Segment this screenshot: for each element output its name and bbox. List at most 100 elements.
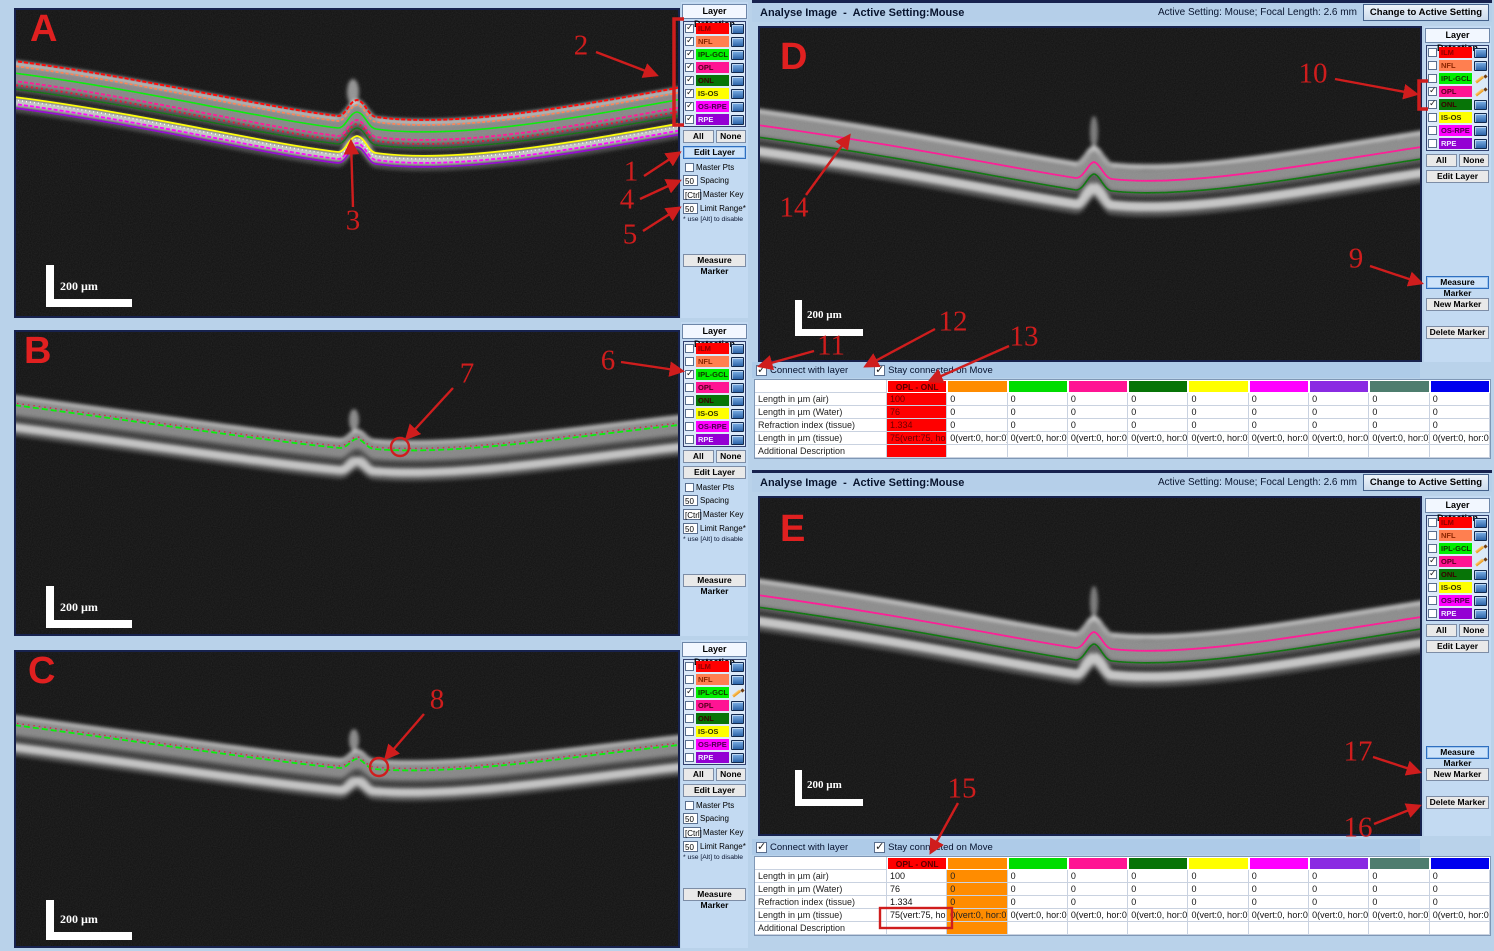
layer-checkbox[interactable] (1428, 126, 1437, 135)
layer-row[interactable]: OPL (1427, 555, 1488, 568)
layer-row[interactable]: OS-RPE (1427, 594, 1488, 607)
table-cell[interactable]: 0 (1369, 406, 1430, 419)
layer-checkbox[interactable] (1428, 568, 1437, 579)
master-pts-checkbox[interactable] (685, 801, 694, 810)
layer-row[interactable]: ILM (684, 342, 745, 355)
table-cell[interactable]: 0 (1248, 419, 1310, 432)
layer-row[interactable]: IS-OS (1427, 581, 1488, 594)
layer-checkbox[interactable] (685, 113, 694, 124)
layer-mode-icon[interactable] (1474, 557, 1487, 567)
layer-checkbox[interactable] (1428, 544, 1437, 553)
layer-checkbox[interactable] (685, 100, 694, 111)
table-cell[interactable] (1248, 445, 1310, 458)
layer-row[interactable]: RPE (1427, 607, 1488, 620)
table-cell[interactable]: 0 (1067, 393, 1129, 406)
edit-layer-button[interactable]: Edit Layer (683, 466, 746, 479)
table-cell[interactable]: 0 (1429, 870, 1490, 883)
table-cell[interactable]: 0 (1067, 883, 1129, 896)
layer-checkbox[interactable] (685, 396, 694, 405)
all-button[interactable]: All (683, 130, 714, 143)
limit-range-input[interactable]: 50 (683, 523, 698, 534)
table-cell[interactable]: 0 (1188, 406, 1249, 419)
table-cell[interactable]: 0 (1369, 870, 1430, 883)
table-cell[interactable]: 0 (947, 419, 1008, 432)
table-cell[interactable]: 0 (1128, 406, 1189, 419)
table-cell[interactable]: 0(vert:0, hor:0) (1188, 909, 1249, 922)
layer-row[interactable]: ONL (684, 74, 745, 87)
layer-mode-icon[interactable] (731, 752, 744, 763)
table-cell[interactable]: 0 (947, 883, 1008, 896)
table-cell[interactable]: 0 (1007, 883, 1068, 896)
table-column-header[interactable] (947, 380, 1008, 393)
new-marker-button[interactable]: New Marker (1426, 298, 1489, 311)
table-cell[interactable]: 1.334 (887, 419, 948, 432)
connect-with-layer-option[interactable]: Connect with layer (756, 363, 848, 376)
layer-mode-icon[interactable] (1474, 112, 1487, 123)
layer-checkbox[interactable] (1428, 98, 1437, 109)
table-cell[interactable]: 0 (1128, 883, 1189, 896)
table-cell[interactable]: 0 (1007, 896, 1068, 909)
master-pts-checkbox[interactable] (685, 483, 694, 492)
all-button[interactable]: All (1426, 624, 1457, 637)
layer-checkbox[interactable] (685, 344, 694, 353)
layer-row[interactable]: IPL-GCL (684, 686, 745, 699)
layer-mode-icon[interactable] (1474, 87, 1487, 97)
table-cell[interactable]: 0(vert:0, hor:0) (1429, 909, 1490, 922)
edit-layer-button[interactable]: Edit Layer (1426, 640, 1489, 653)
master-pts-checkbox[interactable] (685, 163, 694, 172)
edit-layer-button[interactable]: Edit Layer (683, 784, 746, 797)
table-cell[interactable] (1128, 922, 1189, 935)
layer-mode-icon[interactable] (731, 421, 744, 432)
delete-marker-button[interactable]: Delete Marker (1426, 796, 1489, 809)
layer-row[interactable]: NFL (1427, 59, 1488, 72)
table-cell[interactable] (1188, 922, 1249, 935)
table-cell[interactable]: 0 (1309, 883, 1370, 896)
layer-checkbox[interactable] (1428, 555, 1437, 566)
layer-row[interactable]: ILM (1427, 46, 1488, 59)
table-cell[interactable]: 0 (947, 406, 1008, 419)
table-cell[interactable]: 0 (1429, 393, 1490, 406)
layer-checkbox[interactable] (685, 675, 694, 684)
table-cell[interactable]: 0(vert:0, hor:0) (1309, 432, 1370, 445)
edit-layer-button[interactable]: Edit Layer (683, 146, 746, 159)
table-cell[interactable]: 0 (1309, 870, 1370, 883)
layer-checkbox[interactable] (685, 74, 694, 85)
table-cell[interactable]: 0 (1067, 419, 1129, 432)
table-cell[interactable]: 0(vert:0, hor:0) (1309, 909, 1370, 922)
none-button[interactable]: None (715, 130, 746, 143)
table-cell[interactable]: 0 (1309, 419, 1370, 432)
table-column-header[interactable] (1309, 380, 1370, 393)
layer-row[interactable]: IS-OS (684, 87, 745, 100)
master-key-input[interactable]: [Ctrl] (683, 827, 702, 838)
layer-row[interactable]: ILM (684, 22, 745, 35)
table-cell[interactable]: 0 (1128, 870, 1189, 883)
table-cell[interactable]: 0 (1188, 419, 1249, 432)
table-column-header[interactable] (1007, 380, 1068, 393)
layer-mode-icon[interactable] (1474, 47, 1487, 58)
layer-checkbox[interactable] (685, 61, 694, 72)
table-cell[interactable]: 75(vert:75, hor:0) (887, 432, 948, 445)
table-cell[interactable] (947, 445, 1008, 458)
spacing-input[interactable]: 50 (683, 175, 698, 186)
table-cell[interactable]: 0 (1248, 896, 1310, 909)
layer-checkbox[interactable] (685, 422, 694, 431)
table-cell[interactable]: 0 (1188, 896, 1249, 909)
table-cell[interactable] (1128, 445, 1189, 458)
table-column-header[interactable]: OPL - ONL (887, 380, 948, 393)
layer-mode-icon[interactable] (731, 75, 744, 86)
table-column-header[interactable] (1067, 857, 1129, 870)
table-cell[interactable] (1369, 445, 1430, 458)
table-cell[interactable]: 76 (887, 406, 948, 419)
table-cell[interactable]: 0 (1188, 883, 1249, 896)
layer-row[interactable]: ONL (684, 712, 745, 725)
table-column-header[interactable] (1429, 380, 1490, 393)
layer-mode-icon[interactable] (731, 674, 744, 685)
layer-checkbox[interactable] (685, 48, 694, 59)
layer-mode-icon[interactable] (731, 23, 744, 34)
table-column-header[interactable] (1309, 857, 1370, 870)
table-column-header[interactable] (1248, 857, 1310, 870)
table-cell[interactable] (1309, 922, 1370, 935)
table-cell[interactable]: 0(vert:0, hor:0) (1429, 432, 1490, 445)
layer-row[interactable]: OS-RPE (684, 420, 745, 433)
layer-mode-icon[interactable] (1474, 99, 1487, 110)
